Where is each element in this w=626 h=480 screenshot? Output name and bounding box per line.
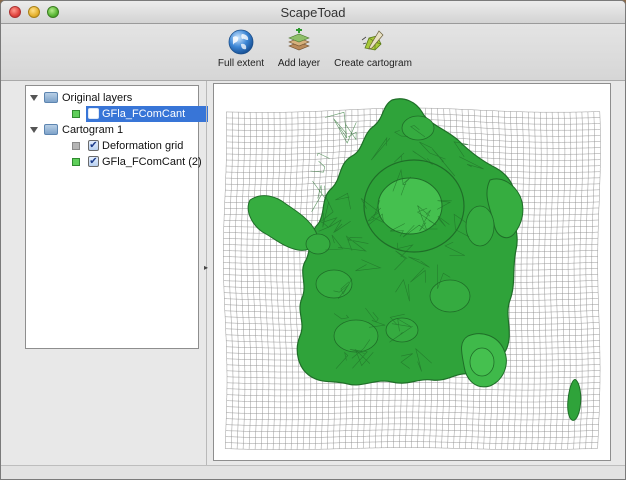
layer-color-swatch (72, 110, 80, 118)
tree-group-cartogram[interactable]: Cartogram 1 (30, 122, 196, 138)
folder-icon (44, 124, 58, 135)
cartogram-region (305, 233, 331, 255)
cartogram-region (333, 319, 379, 353)
folder-icon (44, 92, 58, 103)
add-layer-label: Add layer (277, 58, 321, 69)
status-bar (1, 465, 625, 479)
toolbar: Full extent Add layer Create cartogram (1, 24, 625, 81)
layer-label: GFla_FComCant (2) (102, 156, 202, 168)
expand-triangle-icon[interactable] (30, 95, 38, 101)
tree-item-original-layer[interactable]: GFla_FComCant (26, 106, 208, 122)
tree-group-label: Cartogram 1 (62, 124, 124, 136)
create-cartogram-button[interactable]: Create cartogram (333, 28, 413, 69)
layer-color-swatch (72, 158, 80, 166)
split-handle-icon[interactable]: ▸ (204, 263, 208, 272)
expand-triangle-icon[interactable] (30, 127, 38, 133)
layer-visibility-checkbox[interactable]: ✔ (88, 156, 99, 167)
tree-group-original-layers[interactable]: Original layers (30, 90, 196, 106)
layer-visibility-checkbox[interactable] (88, 108, 99, 119)
split-divider[interactable] (206, 81, 207, 465)
full-extent-button[interactable]: Full extent (217, 28, 265, 69)
full-extent-label: Full extent (217, 58, 265, 69)
tree-item-cartogram-layer[interactable]: ✔ GFla_FComCant (2) (26, 154, 202, 170)
window-title: ScapeToad (280, 5, 346, 20)
cartogram-paris-core (377, 177, 443, 235)
app-window: ScapeToad Full extent Add layer Create c… (0, 0, 626, 480)
create-cartogram-label: Create cartogram (334, 58, 412, 69)
map-canvas[interactable] (213, 83, 611, 461)
tree-item-deformation-grid[interactable]: ✔ Deformation grid (26, 138, 196, 154)
cartogram-region (465, 205, 495, 247)
layer-label: Deformation grid (102, 140, 184, 152)
cartogram-corsica (567, 379, 582, 421)
cartogram-region (429, 279, 471, 313)
cartogram-map[interactable] (214, 84, 610, 460)
layers-icon (288, 28, 310, 51)
layer-tree-panel[interactable]: Original layers GFla_FComCant Cartogram … (25, 85, 208, 349)
cartogram-region (469, 347, 495, 377)
tree-group-label: Original layers (62, 92, 133, 104)
add-layer-button[interactable]: Add layer (277, 28, 321, 69)
layer-color-swatch (72, 142, 80, 150)
globe-icon (228, 29, 254, 55)
title-bar: ScapeToad (1, 1, 625, 24)
layer-visibility-checkbox[interactable]: ✔ (88, 140, 99, 151)
cartogram-icon (361, 30, 384, 51)
layer-label: GFla_FComCant (102, 108, 186, 120)
